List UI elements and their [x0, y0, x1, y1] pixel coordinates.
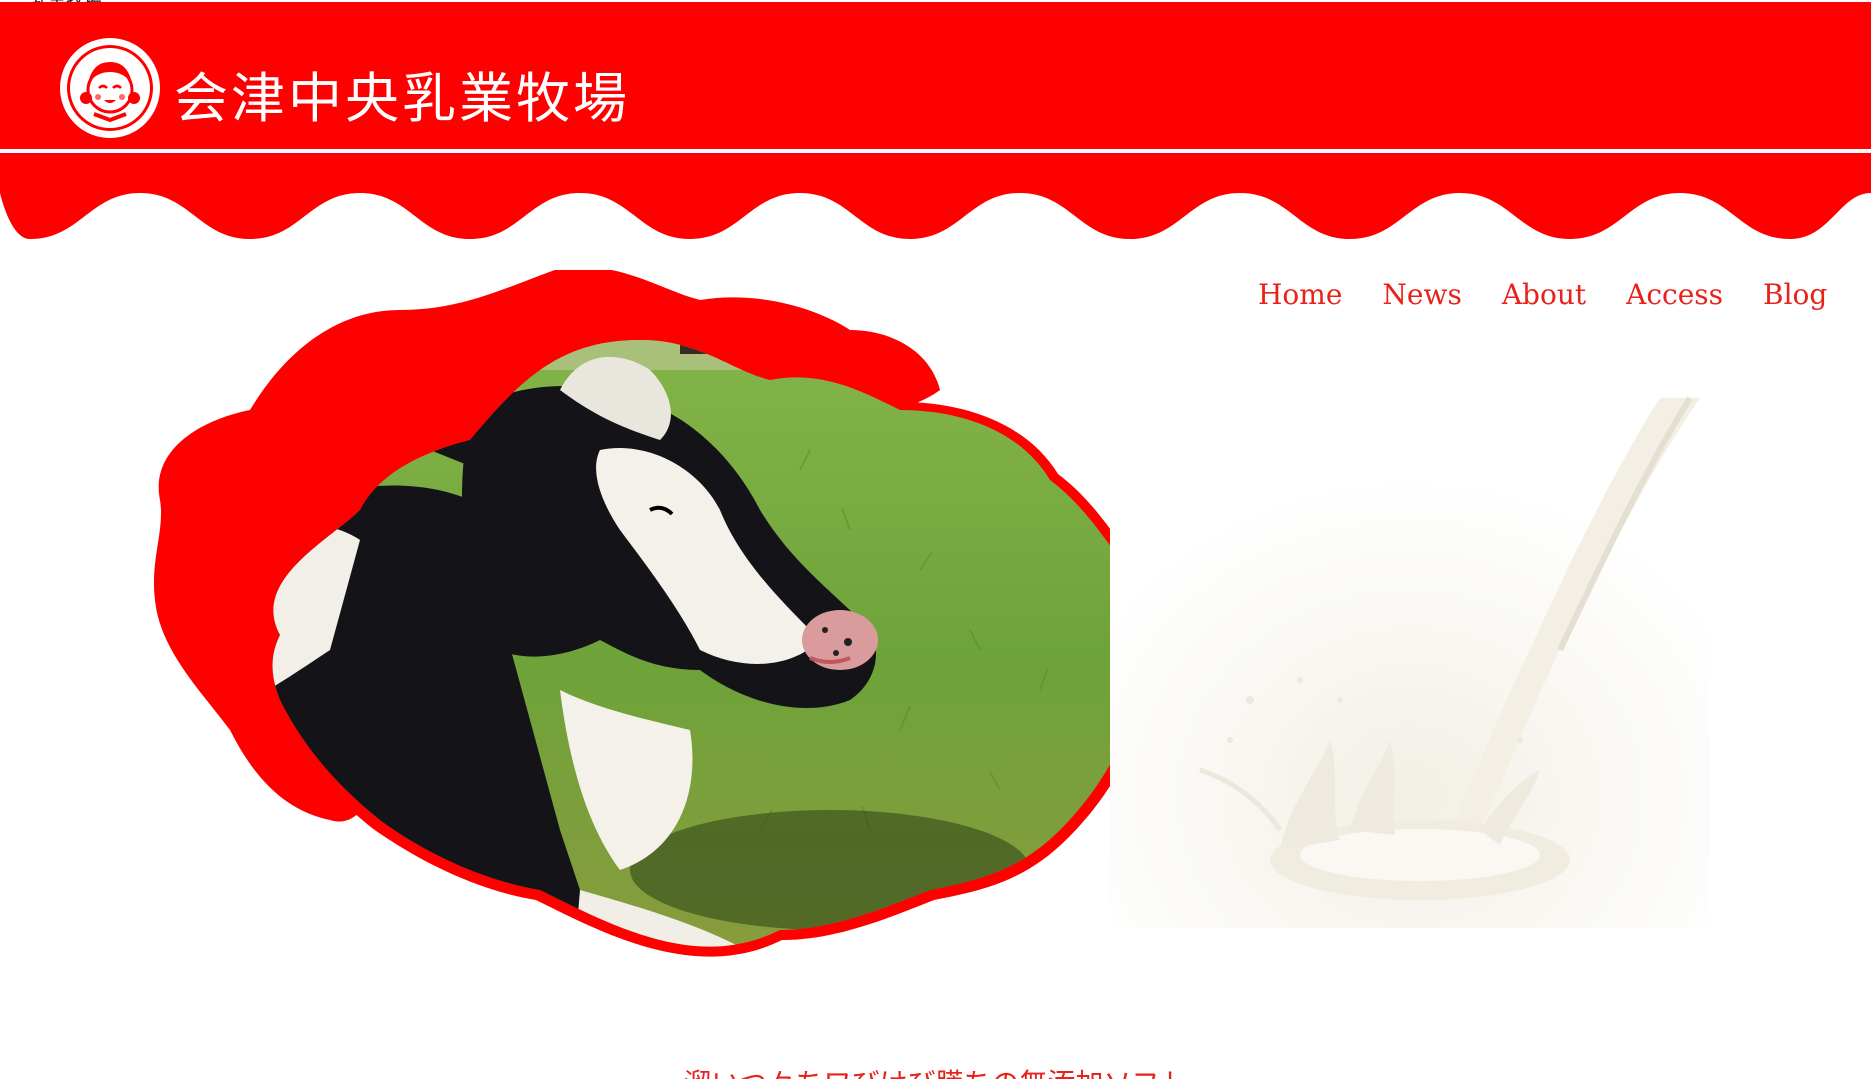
- wave-decoration: [0, 153, 1871, 239]
- hero: [154, 270, 1710, 957]
- intro-text: 溜いつ々ちワびけび膵ちの無添加ソフト: [0, 1062, 1871, 1079]
- brand-name[interactable]: 会津中央乳業牧場: [174, 54, 630, 133]
- logo-icon[interactable]: [58, 36, 162, 140]
- page: 乳業牧場: [0, 0, 1871, 1079]
- header: 会津中央乳業牧場: [0, 2, 1871, 149]
- milk-splash: [1110, 396, 1710, 928]
